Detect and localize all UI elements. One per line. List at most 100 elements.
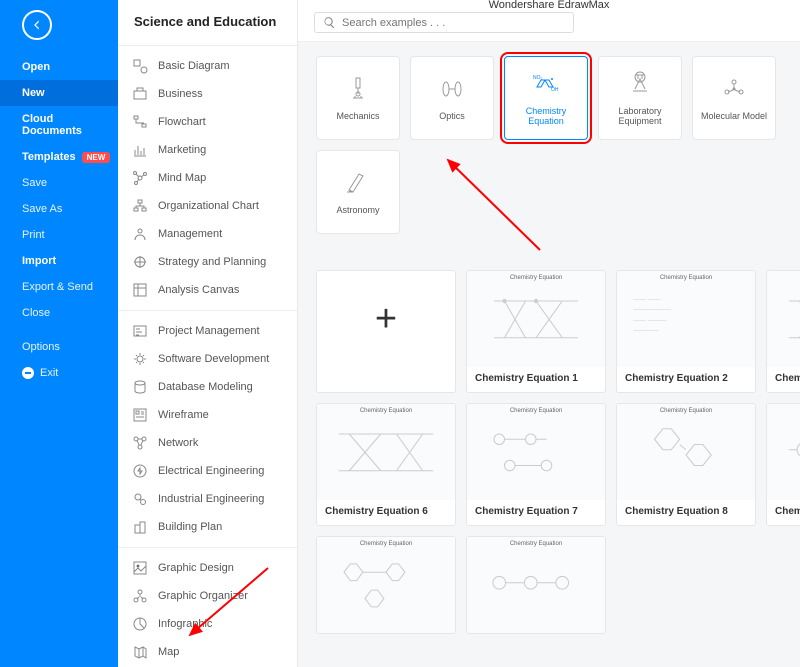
template-card[interactable]: Chemistry Equation xyxy=(316,536,456,634)
thumb-title: Chemistry Equation xyxy=(467,541,605,547)
category-item-infographic[interactable]: Infographic xyxy=(118,610,297,638)
optics-icon xyxy=(437,74,467,104)
plus-icon: + xyxy=(375,298,397,341)
left-nav: Open New Cloud Documents TemplatesNEW Sa… xyxy=(0,0,118,667)
thumb-art xyxy=(473,549,599,627)
category-label: Project Management xyxy=(158,325,260,337)
search-input[interactable] xyxy=(342,17,565,29)
thumb-art xyxy=(623,416,749,494)
category-item-analysis-canvas[interactable]: Analysis Canvas xyxy=(118,276,297,304)
category-item-industrial-engineering[interactable]: Industrial Engineering xyxy=(118,485,297,513)
category-item-management[interactable]: Management xyxy=(118,220,297,248)
template-card[interactable]: Chemistry Equation Chemistry Equation 7 xyxy=(466,403,606,526)
nav-templates[interactable]: TemplatesNEW xyxy=(0,144,118,170)
category-item-building-plan[interactable]: Building Plan xyxy=(118,513,297,541)
svg-text:OH: OH xyxy=(551,87,559,93)
nav-save[interactable]: Save xyxy=(0,170,118,196)
nav-print[interactable]: Print xyxy=(0,222,118,248)
template-thumb: Chemistry Equation xyxy=(317,537,455,633)
astronomy-icon xyxy=(343,168,373,198)
category-label: Software Development xyxy=(158,353,269,365)
thumb-title: Chemistry Equation xyxy=(317,408,455,414)
thumb-title: Chemistry Equation xyxy=(617,275,755,281)
thumb-title: Chemistry Equation xyxy=(767,275,800,281)
template-thumb: Chemistry Equation xyxy=(617,404,755,500)
thumb-title: Chemistry Equation xyxy=(467,408,605,414)
category-item-mind-map[interactable]: Mind Map xyxy=(118,164,297,192)
category-item-wireframe[interactable]: Wireframe xyxy=(118,401,297,429)
mechanics-icon xyxy=(343,74,373,104)
template-label: Chemistry Eq xyxy=(767,367,800,392)
template-card[interactable]: Chemistry Equation Chemistry Eq xyxy=(766,270,800,393)
category-label: Electrical Engineering xyxy=(158,465,264,477)
nav-open[interactable]: Open xyxy=(0,54,118,80)
shapes-icon xyxy=(132,58,148,74)
flowchart-icon xyxy=(132,114,148,130)
tile-chemistry-equation[interactable]: NO₂OH Chemistry Equation xyxy=(504,56,588,140)
molecular-icon xyxy=(719,74,749,104)
category-item-business[interactable]: Business xyxy=(118,80,297,108)
template-card[interactable]: Chemistry EquationChemistry Equation 1 xyxy=(466,270,606,393)
category-item-graphic-organizer[interactable]: Graphic Organizer xyxy=(118,582,297,610)
template-new[interactable]: + xyxy=(316,270,456,393)
briefcase-icon xyxy=(132,86,148,102)
category-label: Industrial Engineering xyxy=(158,493,264,505)
category-item-flowchart[interactable]: Flowchart xyxy=(118,108,297,136)
template-label: Chemistry Equation 7 xyxy=(467,500,605,525)
nav-export-send[interactable]: Export & Send xyxy=(0,274,118,300)
category-label: Business xyxy=(158,88,203,100)
template-card[interactable]: Chemistry EquationChemistry Equation 8 xyxy=(616,403,756,526)
search-box[interactable] xyxy=(314,12,574,33)
nav-options[interactable]: Options xyxy=(0,334,118,360)
category-item-map[interactable]: Map xyxy=(118,638,297,666)
template-card[interactable]: Chemistry Equation Chemistry Equation 6 xyxy=(316,403,456,526)
template-card[interactable]: Chemistry Equation xyxy=(466,536,606,634)
svg-text:—— ——: —— —— xyxy=(634,296,662,303)
thumb-art xyxy=(323,549,449,627)
chemistry-icon: NO₂OH xyxy=(531,69,561,99)
tile-astronomy[interactable]: Astronomy xyxy=(316,150,400,234)
template-thumb: Chemistry Equation xyxy=(467,271,605,367)
template-thumb: Chemistry Equation—— —————————— ——————— xyxy=(617,271,755,367)
software-icon xyxy=(132,351,148,367)
project-icon xyxy=(132,323,148,339)
category-item-graphic-design[interactable]: Graphic Design xyxy=(118,554,297,582)
tile-label: Chemistry Equation xyxy=(511,107,581,127)
svg-text:—— ———: —— ——— xyxy=(634,317,668,324)
category-item-basic-diagram[interactable]: Basic Diagram xyxy=(118,52,297,80)
nav-save-as[interactable]: Save As xyxy=(0,196,118,222)
tile-label: Astronomy xyxy=(336,206,379,216)
template-card[interactable]: Chemistry Equation—— —————————— ———————C… xyxy=(616,270,756,393)
thumb-art xyxy=(773,416,800,494)
category-label: Building Plan xyxy=(158,521,222,533)
category-item-project-management[interactable]: Project Management xyxy=(118,317,297,345)
tile-laboratory-equipment[interactable]: Laboratory Equipment xyxy=(598,56,682,140)
tile-molecular-model[interactable]: Molecular Model xyxy=(692,56,776,140)
nav-cloud-documents[interactable]: Cloud Documents xyxy=(0,106,118,144)
category-item-marketing[interactable]: Marketing xyxy=(118,136,297,164)
template-label: Chemistry Equation 6 xyxy=(317,500,455,525)
thumb-art xyxy=(323,416,449,494)
category-label: Strategy and Planning xyxy=(158,256,266,268)
category-item-software-development[interactable]: Software Development xyxy=(118,345,297,373)
category-item-organizational-chart[interactable]: Organizational Chart xyxy=(118,192,297,220)
nav-import[interactable]: Import xyxy=(0,248,118,274)
nav-new[interactable]: New xyxy=(0,80,118,106)
exit-icon xyxy=(22,367,34,379)
thumb-title: Chemistry Equation xyxy=(317,541,455,547)
tile-optics[interactable]: Optics xyxy=(410,56,494,140)
nav-close[interactable]: Close xyxy=(0,300,118,326)
nav-exit[interactable]: Exit xyxy=(0,360,118,386)
back-button[interactable] xyxy=(22,10,52,40)
category-item-electrical-engineering[interactable]: Electrical Engineering xyxy=(118,457,297,485)
category-item-network[interactable]: Network xyxy=(118,429,297,457)
graphic-icon xyxy=(132,560,148,576)
svg-text:——————: —————— xyxy=(634,307,672,314)
template-card[interactable]: Chemistry EquationChemistry Eq xyxy=(766,403,800,526)
category-item-strategy-and-planning[interactable]: Strategy and Planning xyxy=(118,248,297,276)
building-icon xyxy=(132,519,148,535)
thumb-art xyxy=(473,283,599,361)
tile-label: Mechanics xyxy=(336,112,379,122)
category-item-database-modeling[interactable]: Database Modeling xyxy=(118,373,297,401)
tile-mechanics[interactable]: Mechanics xyxy=(316,56,400,140)
